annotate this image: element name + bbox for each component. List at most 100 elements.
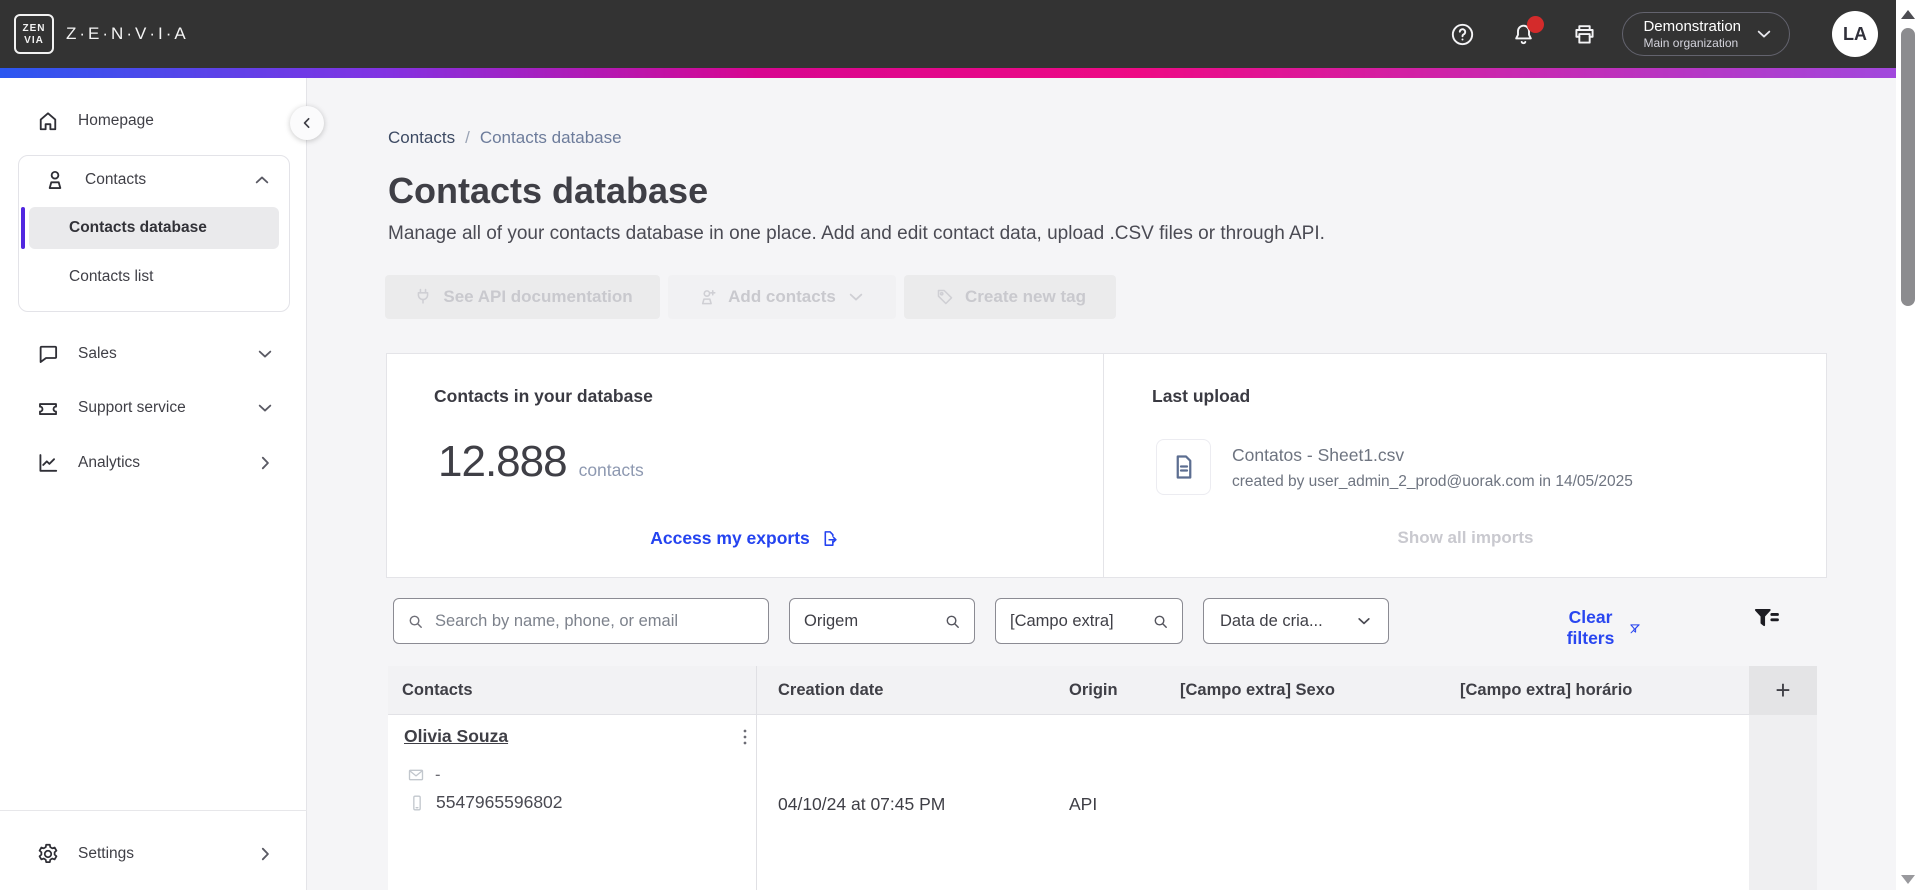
upload-filename: Contatos - Sheet1.csv: [1232, 445, 1405, 465]
filter-settings-icon: [1754, 609, 1779, 627]
notifications-button[interactable]: [1510, 15, 1545, 48]
see-api-documentation-label: See API documentation: [443, 287, 633, 306]
contacts-count-row: 12.888 contacts: [438, 437, 644, 487]
tag-icon: [937, 289, 953, 305]
sidebar-item-support-service[interactable]: Support service: [6, 384, 301, 432]
user-avatar[interactable]: LA: [1832, 11, 1878, 57]
sidebar-item-contacts-database[interactable]: Contacts database: [29, 207, 279, 249]
contacts-table-body: Olivia Souza - 5547965596802 04/10/24 at…: [388, 715, 1749, 890]
active-item-indicator: [21, 207, 25, 249]
chevron-left-icon: [303, 117, 310, 129]
search-icon: [1154, 615, 1167, 628]
analytics-icon: [39, 454, 58, 472]
page-title: Contacts database: [388, 170, 709, 211]
scroll-up-arrow[interactable]: [1901, 10, 1915, 19]
app-window: ZEN VIA Z·E·N·V·I·A Demonstration Main o…: [0, 0, 1920, 890]
clear-filters-label: Clear filters: [1566, 607, 1615, 648]
zenvia-logo-text: Z·E·N·V·I·A: [66, 24, 189, 43]
row-menu-button[interactable]: [732, 722, 758, 752]
contacts-icon: [48, 170, 62, 189]
contact-name-link[interactable]: Olivia Souza: [404, 726, 508, 747]
sidebar-divider: [0, 810, 307, 811]
sidebar-item-contacts[interactable]: Contacts: [19, 156, 289, 204]
sidebar-item-settings[interactable]: Settings: [6, 830, 301, 878]
organization-labels: Demonstration Main organization: [1643, 18, 1741, 50]
topbar: ZEN VIA Z·E·N·V·I·A Demonstration Main o…: [0, 0, 1896, 68]
origin-filter-input[interactable]: [804, 611, 935, 631]
sidebar-item-homepage[interactable]: Homepage: [6, 97, 301, 145]
page-actions: See API documentation Add contacts Creat…: [385, 275, 1116, 319]
clear-filters-button[interactable]: Clear filters: [1562, 607, 1642, 649]
person-plus-icon: [702, 289, 716, 305]
sidebar-item-contacts-list[interactable]: Contacts list: [29, 257, 279, 297]
avatar-initials: LA: [1843, 23, 1867, 44]
contact-search-box: [393, 598, 769, 644]
creation-date-filter[interactable]: Data de cria...: [1203, 598, 1389, 644]
chevron-down-icon: [1358, 618, 1370, 625]
envelope-icon: [408, 769, 424, 781]
access-exports-link[interactable]: Access my exports: [387, 528, 1103, 549]
column-header-origin[interactable]: Origin: [1069, 666, 1118, 715]
organization-switcher[interactable]: Demonstration Main organization: [1622, 12, 1790, 56]
sidebar-item-sales[interactable]: Sales: [6, 330, 301, 378]
create-new-tag-label: Create new tag: [965, 287, 1086, 306]
breadcrumb-contacts-link[interactable]: Contacts: [388, 128, 455, 148]
sidebar-item-analytics[interactable]: Analytics: [6, 439, 301, 487]
filter-settings-button[interactable]: [1750, 603, 1782, 635]
zenvia-logo[interactable]: ZEN VIA Z·E·N·V·I·A: [14, 14, 189, 54]
breadcrumb-separator: /: [465, 128, 470, 147]
campo-extra-filter-box: [995, 598, 1183, 644]
scroll-down-arrow[interactable]: [1901, 875, 1915, 884]
chevron-down-icon: [258, 404, 272, 412]
contact-origin: API: [1069, 794, 1098, 814]
sidebar-label-sales: Sales: [78, 345, 117, 362]
sidebar-collapse-button[interactable]: [290, 106, 324, 140]
sidebar-label-support-service: Support service: [78, 399, 186, 416]
mobile-phone-icon: [413, 794, 421, 810]
add-column-body: [1749, 715, 1817, 890]
column-header-contacts[interactable]: Contacts: [402, 666, 473, 715]
ticket-icon: [39, 403, 57, 415]
add-column-button[interactable]: +: [1749, 666, 1817, 715]
file-icon-box: [1156, 439, 1211, 495]
filter-clear-icon: [1630, 623, 1640, 633]
export-icon: [824, 531, 837, 546]
logo-mark-top: ZEN: [22, 22, 46, 34]
column-header-campo-extra-horario[interactable]: [Campo extra] horário: [1460, 666, 1632, 715]
chevron-up-icon: [255, 176, 269, 184]
contacts-card-title: Contacts in your database: [434, 386, 653, 406]
creation-date-filter-label: Data de cria...: [1220, 611, 1323, 630]
sidebar-group-contacts: Contacts Contacts database Contacts list: [18, 155, 290, 312]
search-icon: [946, 615, 959, 628]
sidebar-label-analytics: Analytics: [78, 454, 141, 471]
chevron-down-icon: [258, 350, 272, 358]
upload-meta: created by user_admin_2_prod@uorak.com i…: [1232, 473, 1633, 490]
breadcrumb: Contacts / Contacts database: [388, 128, 622, 148]
see-api-documentation-button[interactable]: See API documentation: [385, 275, 660, 319]
create-new-tag-button[interactable]: Create new tag: [904, 275, 1116, 319]
topbar-actions: Demonstration Main organization LA: [1415, 11, 1878, 57]
add-contacts-button[interactable]: Add contacts: [668, 275, 896, 319]
show-all-imports-button[interactable]: Show all imports: [1103, 528, 1828, 548]
table-column-divider: [756, 666, 757, 890]
plug-icon: [418, 288, 429, 304]
campo-extra-filter-input[interactable]: [1010, 611, 1143, 631]
page-scrollbar[interactable]: [1896, 0, 1920, 890]
notification-badge: [1527, 15, 1545, 33]
column-header-campo-extra-sexo[interactable]: [Campo extra] Sexo: [1180, 666, 1335, 715]
print-button[interactable]: [1571, 21, 1598, 48]
column-header-creation-date[interactable]: Creation date: [778, 666, 883, 715]
chevron-right-icon: [261, 847, 269, 861]
organization-subtitle: Main organization: [1643, 36, 1739, 50]
file-icon: [1176, 455, 1191, 479]
search-input[interactable]: [435, 611, 756, 631]
home-icon: [39, 112, 57, 131]
scrollbar-thumb[interactable]: [1901, 28, 1915, 306]
help-button[interactable]: [1449, 21, 1476, 48]
contact-email-row: -: [406, 765, 441, 785]
contact-phone-row: 5547965596802: [407, 792, 563, 813]
kebab-icon: [743, 729, 747, 745]
search-icon: [409, 615, 422, 628]
contact-email: -: [435, 765, 441, 784]
printer-icon: [1575, 24, 1595, 44]
